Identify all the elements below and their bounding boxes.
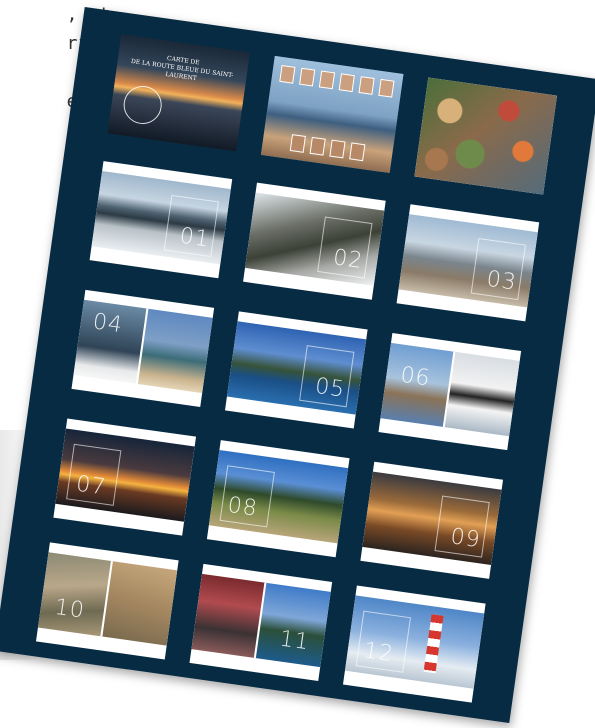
collage-tile (414, 77, 558, 195)
photo-tile-07: 07 (53, 418, 197, 536)
tile-number: 07 (74, 471, 108, 501)
photo-tile-02: 02 (243, 182, 386, 300)
tile-number: 04 (91, 309, 125, 339)
cover-tile: CARTE DE DE LA ROUTE BLEUE DU SAINT-LAUR… (107, 34, 251, 152)
tile-number: 02 (331, 245, 365, 275)
photo-tile-04: 04 (71, 289, 215, 407)
team-tile (260, 55, 404, 174)
photo-collage (414, 77, 558, 195)
tile-number: 09 (448, 524, 483, 554)
photo-tile-12: 12 (342, 585, 486, 703)
tile-number: 11 (277, 626, 312, 656)
photo-tile-06: 06 (378, 332, 522, 451)
photo-tile-01: 01 (89, 161, 233, 279)
tile-number: 08 (226, 492, 260, 522)
photo-tile-08: 08 (206, 440, 350, 558)
tile-number: 06 (398, 362, 433, 392)
tile-number: 05 (313, 373, 347, 403)
tile-number: 12 (362, 638, 396, 668)
tile-number: 01 (178, 223, 212, 253)
photo-tile-03: 03 (396, 204, 540, 322)
photo-tile-05: 05 (224, 311, 368, 429)
photo-tile-10: 10 (35, 542, 179, 660)
tile-number: 10 (53, 594, 87, 624)
photo-tile-09: 09 (360, 461, 504, 579)
photo-tile-11: 11 (189, 563, 333, 682)
tile-number: 03 (485, 266, 519, 296)
poster: CARTE DE DE LA ROUTE BLEUE DU SAINT-LAUR… (0, 6, 595, 724)
